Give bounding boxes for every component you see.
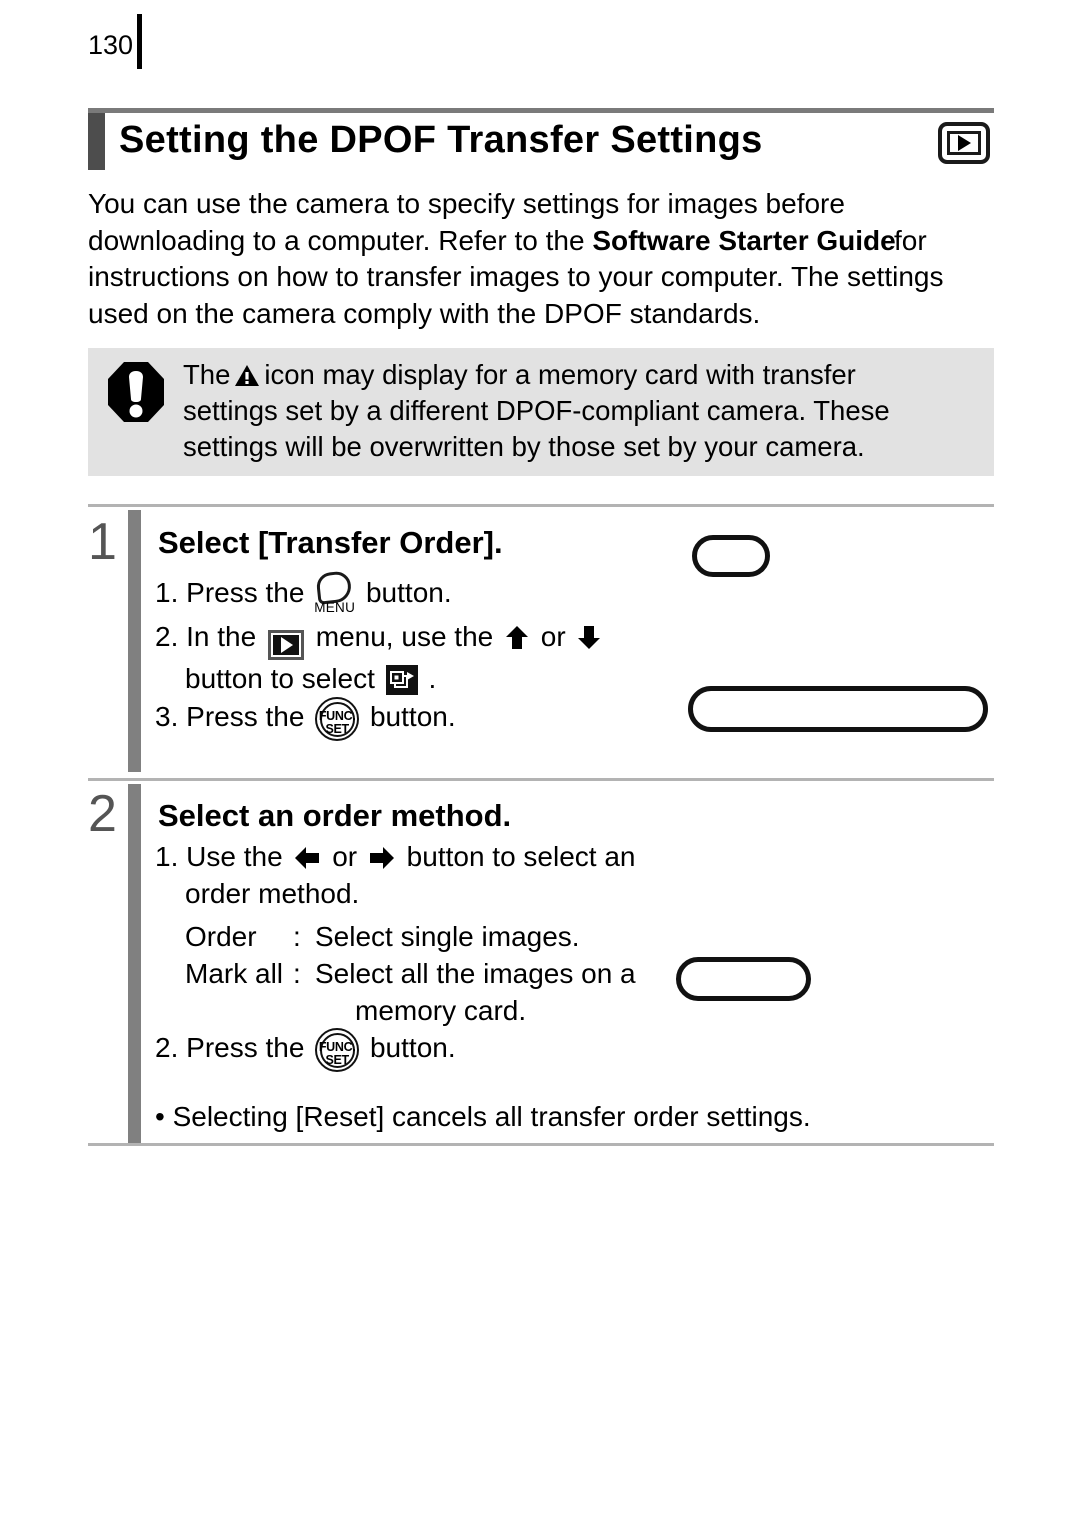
step-1-number: 1 <box>88 513 117 571</box>
step-2-item-2: 2. Press the FUNC. SET button. <box>155 1028 715 1072</box>
step-1-item-2-cont-end: . <box>428 663 437 694</box>
menu-button-icon: MENU <box>314 570 356 618</box>
step-1-item-2-or: or <box>540 621 566 652</box>
page-title-row: Setting the DPOF Transfer Settings <box>88 113 994 173</box>
step-1-item-3-text-a: Press the <box>186 701 305 732</box>
option-sep-order: : <box>293 921 301 952</box>
func-set-button-icon-bottom-label: SET <box>325 1053 349 1067</box>
step-1-side-bar <box>128 510 141 772</box>
step-2-top-rule <box>88 778 994 781</box>
step-1-item-2-text-b: menu, use the <box>315 621 494 652</box>
step-2-side-bar <box>128 784 141 1146</box>
exclamation-octagon-icon <box>108 362 164 422</box>
option-label-mark-all: Mark all <box>185 958 284 989</box>
title-accent-tab <box>88 113 105 170</box>
reset-note-bullet: • Selecting [Reset] cancels all transfer… <box>155 1101 811 1132</box>
playback-mode-icon <box>938 122 990 164</box>
order-method-option-row: Order : Select single images. <box>185 918 636 955</box>
option-sep-blank <box>293 992 315 1029</box>
func-set-button-icon-top-label: FUNC. <box>318 1040 356 1054</box>
content-bottom-rule <box>88 1143 994 1146</box>
menu-button-icon-label: MENU <box>314 600 356 615</box>
software-starter-guide-bold: Software Starter Guide <box>592 224 896 256</box>
play-triangle-white-icon <box>280 637 293 653</box>
step-2-item-1-num: 1. <box>155 841 179 872</box>
warning-triangle-icon <box>235 365 260 386</box>
note-line-3: settings will be overwritten by those se… <box>183 431 865 462</box>
step-2-item-2-text-b: button. <box>369 1032 456 1063</box>
step-1-item-1-text-b: button. <box>365 577 452 608</box>
step-2-final-item: 2. Press the FUNC. SET button. <box>155 1028 715 1072</box>
order-method-option-row: memory card. <box>185 992 636 1029</box>
order-method-options: Order : Select single images. Mark all :… <box>185 918 636 1029</box>
step-1-item-2-text-a: In the <box>186 621 257 652</box>
step-1-body: 1. Press the MENU button. 2. In the menu… <box>155 570 715 741</box>
step-2-item-2-text-a: Press the <box>186 1032 305 1063</box>
playback-mode-icon-frame <box>947 131 981 155</box>
play-triangle-icon <box>957 135 971 151</box>
note-line-1-suffix: icon may display for a memory card with … <box>264 359 856 390</box>
step-2-item-1: 1. Use the or button to select an <box>155 838 735 875</box>
playback-menu-tab-icon-fill <box>272 635 299 655</box>
intro-line-1: You can use the camera to specify settin… <box>88 188 845 219</box>
page-number: 130 <box>88 30 134 60</box>
step-2-item-2-num: 2. <box>155 1032 179 1063</box>
step-1-item-2: 2. In the menu, use the or <box>155 618 715 660</box>
arrow-left-icon <box>295 847 320 869</box>
note-line-1: The icon may display for a memory card wi… <box>183 357 983 393</box>
option-desc-mark-all: Select all the images on a <box>315 958 636 989</box>
step-2-item-1-text-a: Use the <box>186 841 283 872</box>
step-1-item-3-text-b: button. <box>369 701 456 732</box>
option-desc-memory-card: memory card. <box>355 995 527 1026</box>
step-1-item-2-num: 2. <box>155 621 179 652</box>
page-number-rule <box>137 14 143 69</box>
func-set-button-icon-bottom-label: SET <box>325 722 349 736</box>
intro-line-2-text: downloading to a computer. Refer to the <box>88 224 593 256</box>
note-callout-box: The icon may display for a memory card wi… <box>88 348 994 476</box>
step-1-item-3-num: 3. <box>155 701 179 732</box>
option-label-order: Order <box>185 921 257 952</box>
arrow-right-icon <box>369 847 394 869</box>
step-2-body: 1. Use the or button to select an order … <box>155 838 735 912</box>
step-1-heading: Select [Transfer Order]. <box>158 525 503 560</box>
step-1-item-3: 3. Press the FUNC. SET button. <box>155 697 715 741</box>
intro-line-4: used on the camera comply with the DPOF … <box>88 297 761 329</box>
step-1-callout-small <box>692 535 770 577</box>
step-1-callout-wide <box>688 686 988 732</box>
step-1-item-1: 1. Press the MENU button. <box>155 570 715 618</box>
transfer-order-icon <box>385 665 418 695</box>
note-line-1-prefix: The <box>183 359 231 390</box>
step-2-item-1-text-b: button to select an <box>406 841 636 872</box>
step-1-item-1-num: 1. <box>155 577 179 608</box>
step-1-item-2-cont: button to select . <box>155 660 715 697</box>
step-2-heading: Select an order method. <box>158 798 512 833</box>
step-1-item-1-text-a: Press the <box>186 577 305 608</box>
step-1-top-rule <box>88 504 994 507</box>
option-desc-order: Select single images. <box>315 921 580 952</box>
note-text: The icon may display for a memory card wi… <box>183 357 983 465</box>
step-1-item-2-cont-text: button to select <box>185 663 375 694</box>
func-set-button-icon-top-label: FUNC. <box>318 709 356 723</box>
intro-overlap-word: for <box>894 224 927 256</box>
func-set-button-icon: FUNC. SET <box>315 697 360 741</box>
step-2-callout <box>676 957 811 1001</box>
step-2-number: 2 <box>88 785 117 843</box>
option-label-blank <box>185 992 293 1029</box>
func-set-button-icon: FUNC. SET <box>315 1028 360 1072</box>
step-2-item-1-or: or <box>332 841 358 872</box>
page-title: Setting the DPOF Transfer Settings <box>119 119 763 161</box>
arrow-down-icon <box>578 626 601 649</box>
step-2-item-1-cont: order method. <box>185 878 360 909</box>
note-line-2: settings set by a different DPOF-complia… <box>183 395 890 426</box>
order-method-option-row: Mark all : Select all the images on a <box>185 955 636 992</box>
intro-line-3: instructions on how to transfer images t… <box>88 261 944 292</box>
option-sep-mark-all: : <box>293 958 301 989</box>
page-number-block: 130 <box>88 14 143 69</box>
intro-line-2: downloading to a computer. Refer to the … <box>88 223 998 260</box>
intro-paragraph: You can use the camera to specify settin… <box>88 186 998 332</box>
arrow-up-icon <box>506 626 528 649</box>
playback-menu-tab-icon <box>267 630 304 660</box>
